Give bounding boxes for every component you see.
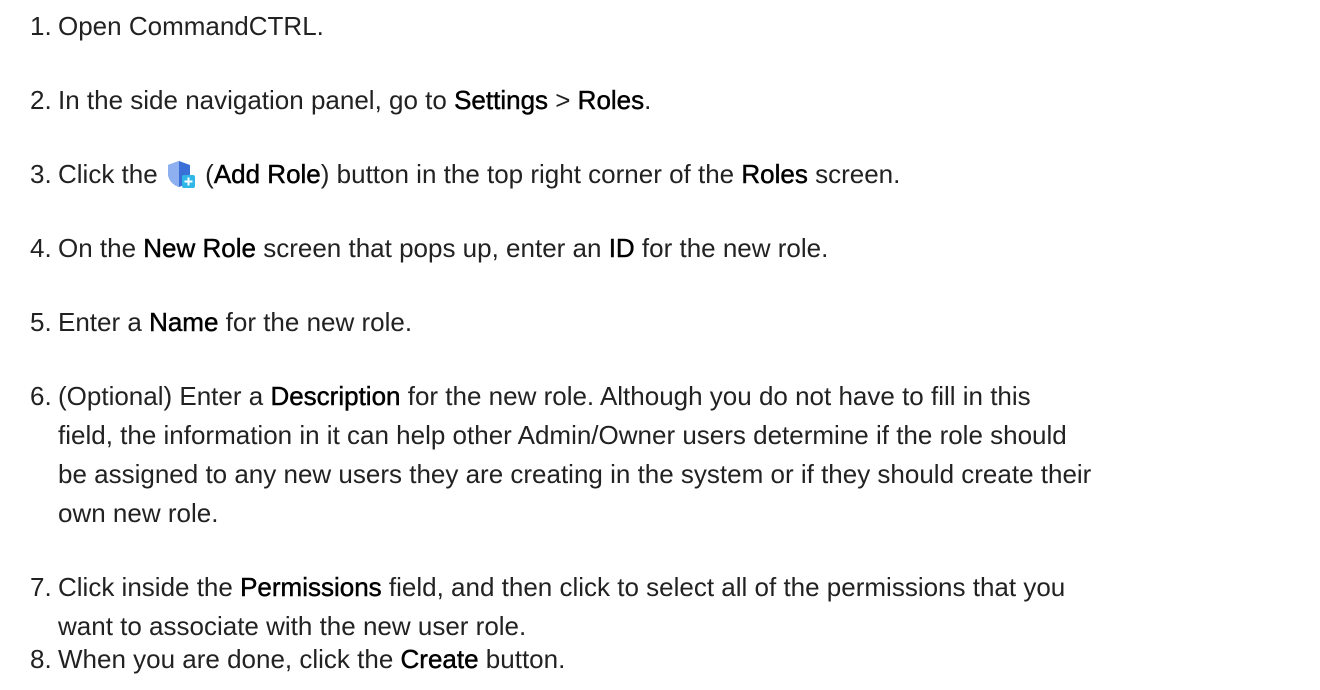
- keyword-description: Description: [270, 381, 401, 411]
- step-text: Open CommandCTRL.: [58, 11, 324, 41]
- keyword-roles: Roles: [577, 85, 645, 115]
- keyword-roles: Roles: [741, 159, 808, 189]
- keyword-name: Name: [149, 307, 219, 337]
- step-number: 3.: [30, 159, 52, 189]
- step-text: button.: [478, 644, 566, 674]
- step-number: 4.: [30, 233, 52, 263]
- step-text: own new role.: [58, 498, 219, 528]
- step-text: .: [644, 85, 652, 115]
- keyword-new-role: New Role: [143, 233, 256, 263]
- keyword-create: Create: [400, 644, 479, 674]
- keyword-permissions: Permissions: [240, 572, 382, 602]
- step-text: field, and then click to select all of t…: [381, 572, 1066, 602]
- step-text: for the new role. Although you do not ha…: [400, 381, 1031, 411]
- step-number: 8.: [30, 644, 52, 674]
- step-text: When you are done, click the: [58, 644, 401, 674]
- keyword-settings: Settings: [454, 85, 549, 115]
- step-text: >: [548, 85, 578, 115]
- step-number: 2.: [30, 85, 52, 115]
- step-text: for the new role.: [218, 307, 413, 337]
- step-number: 7.: [30, 572, 52, 602]
- step-text: ) button in the top right corner of the: [320, 159, 742, 189]
- step-number: 6.: [30, 381, 52, 411]
- step-text: Click the: [58, 159, 165, 189]
- step-text: want to associate with the new user role…: [58, 611, 527, 641]
- add-role-shield-icon: [166, 159, 196, 189]
- step-text: In the side navigation panel, go to: [58, 85, 455, 115]
- step-text: be assigned to any new users they are cr…: [58, 459, 1092, 489]
- step-text: screen that pops up, enter an: [256, 233, 609, 263]
- step-text: Enter a: [58, 307, 150, 337]
- keyword-id: ID: [608, 233, 635, 263]
- step-number: 1.: [30, 11, 52, 41]
- step-text: Click inside the: [58, 572, 241, 602]
- step-text: screen.: [807, 159, 901, 189]
- step-number: 5.: [30, 307, 52, 337]
- step-text: (: [197, 159, 214, 189]
- step-text: (Optional) Enter a: [58, 381, 271, 411]
- step-text: On the: [58, 233, 144, 263]
- instruction-list: 1. Open CommandCTRL. 2. In the side navi…: [0, 0, 1320, 690]
- step-text: for the new role.: [634, 233, 829, 263]
- keyword-add-role: Add Role: [213, 159, 321, 189]
- step-text: field, the information in it can help ot…: [58, 420, 1067, 450]
